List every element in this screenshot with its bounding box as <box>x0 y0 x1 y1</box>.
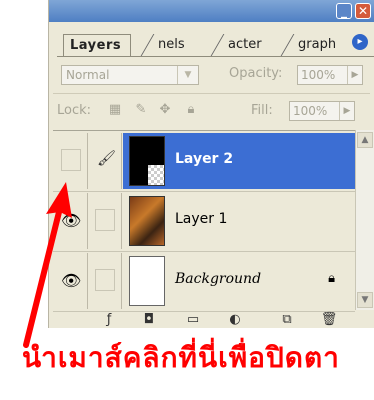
tab-layers[interactable]: Layers <box>63 34 131 56</box>
annotation-caption: นำเมาส์คลิกที่นี่เพื่อปิดตา <box>22 341 340 374</box>
